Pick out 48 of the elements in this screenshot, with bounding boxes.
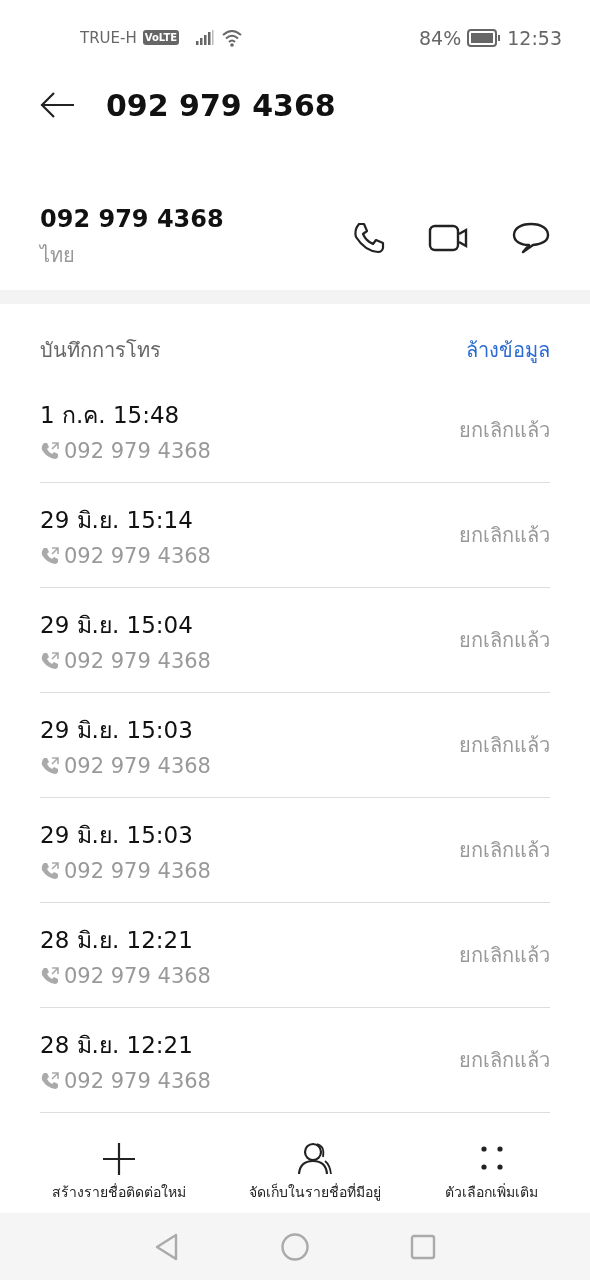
person-icon [297, 1141, 334, 1177]
call-time: 29 มิ.ย. 15:03 [40, 821, 194, 850]
outgoing-call-icon [40, 1071, 60, 1091]
more-options-button[interactable]: ตัวเลือกเพิ่มเติม [445, 1141, 539, 1203]
call-status: ยกเลิกแล้ว [459, 1047, 550, 1074]
plus-icon [100, 1141, 137, 1177]
call-status: ยกเลิกแล้ว [459, 417, 550, 444]
call-number: 092 979 4368 [64, 649, 211, 673]
carrier-name: TRUE-H [80, 28, 137, 47]
section-title: บันทึกการโทร [40, 337, 161, 364]
signal-icon [195, 29, 216, 46]
outgoing-call-icon [40, 756, 60, 776]
phone-number: 092 979 4368 [40, 204, 225, 233]
call-number: 092 979 4368 [64, 754, 211, 778]
battery-percent: 84% [419, 26, 462, 49]
call-time: 29 มิ.ย. 15:14 [40, 506, 194, 535]
outgoing-call-icon [40, 441, 60, 461]
new-contact-button[interactable]: สร้างรายชื่อติดต่อใหม่ [51, 1141, 186, 1203]
call-number: 092 979 4368 [64, 859, 211, 883]
volte-badge: VoLTE [142, 30, 180, 45]
call-status: ยกเลิกแล้ว [459, 942, 550, 969]
region-label: ไทย [40, 241, 76, 269]
call-status: ยกเลิกแล้ว [459, 522, 550, 549]
save-to-contact-button[interactable]: จัดเก็บในรายชื่อที่มีอยู่ [249, 1141, 382, 1203]
call-time: 28 มิ.ย. 12:21 [40, 1031, 194, 1060]
call-status: ยกเลิกแล้ว [459, 627, 550, 654]
page-title: 092 979 4368 [106, 87, 336, 123]
clear-link[interactable]: ล้างข้อมูล [466, 334, 550, 366]
call-status: ยกเลิกแล้ว [459, 732, 550, 759]
call-number: 092 979 4368 [64, 544, 211, 568]
outgoing-call-icon [40, 966, 60, 986]
outgoing-call-icon [40, 546, 60, 566]
call-status: ยกเลิกแล้ว [459, 837, 550, 864]
phone-icon[interactable] [352, 220, 386, 255]
call-time: 29 มิ.ย. 15:03 [40, 716, 194, 745]
message-icon[interactable] [512, 220, 550, 255]
call-number: 092 979 4368 [64, 1069, 211, 1093]
back-button[interactable] [40, 90, 76, 120]
call-time: 1 ก.ค. 15:48 [40, 401, 181, 430]
call-time: 29 มิ.ย. 15:04 [40, 611, 194, 640]
outgoing-call-icon [40, 861, 60, 881]
call-number: 092 979 4368 [64, 964, 211, 988]
battery-icon [467, 28, 502, 47]
clock: 12:53 [507, 26, 562, 49]
video-call-icon[interactable] [428, 223, 470, 252]
call-number: 092 979 4368 [64, 439, 211, 463]
call-time: 28 มิ.ย. 12:21 [40, 926, 194, 955]
outgoing-call-icon [40, 651, 60, 671]
